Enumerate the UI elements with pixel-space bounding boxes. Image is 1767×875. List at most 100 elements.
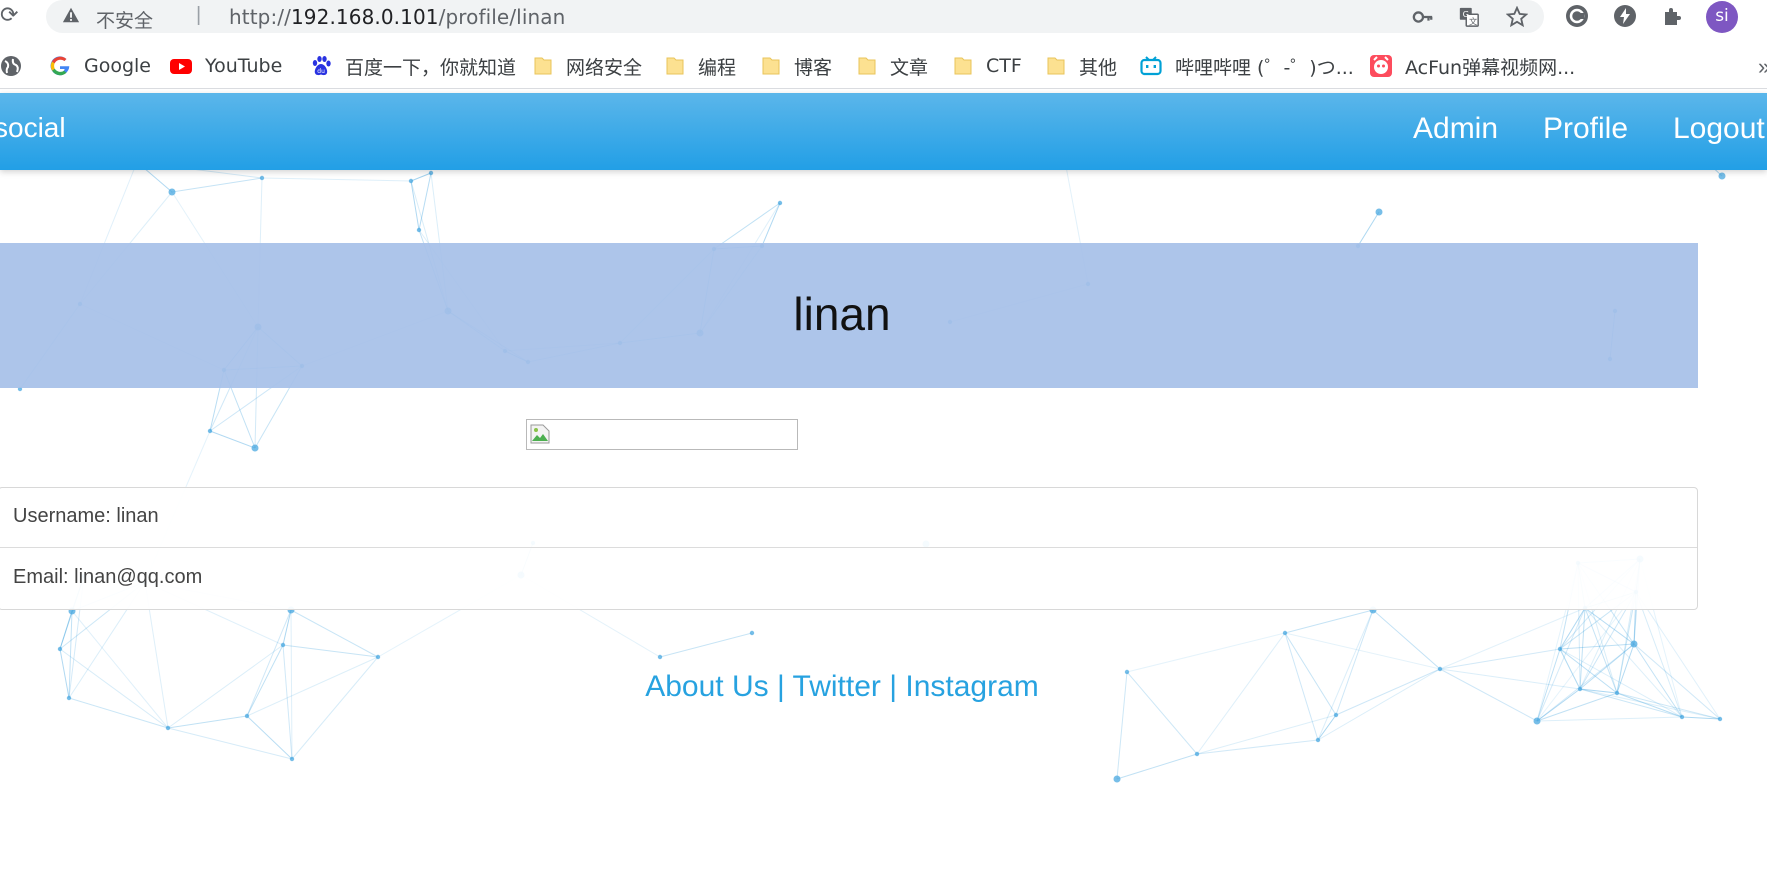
- nav-logout-link[interactable]: Logout: [1673, 112, 1765, 146]
- bookmark-folder-other[interactable]: 其他: [1047, 53, 1117, 79]
- page-viewport: social Admin Profile Logout linan Userna…: [0, 89, 1767, 875]
- network-line: [290, 609, 379, 658]
- network-node: [168, 188, 176, 196]
- bookmark-folder-ctf[interactable]: CTF: [954, 53, 1022, 79]
- network-node: [657, 654, 663, 660]
- svg-text:G: G: [1463, 9, 1469, 19]
- google-icon: [50, 56, 70, 76]
- instagram-link[interactable]: Instagram: [905, 670, 1038, 703]
- apps-globe-icon[interactable]: [0, 55, 22, 77]
- network-node: [289, 756, 295, 762]
- url-host: 192.168.0.101: [290, 5, 439, 29]
- network-line: [261, 177, 412, 182]
- url-path: /profile/linan: [438, 5, 566, 29]
- network-node: [428, 170, 434, 176]
- network-node: [749, 630, 755, 636]
- network-node: [1315, 737, 1321, 743]
- url-separator: |: [196, 4, 202, 26]
- bookmark-label: AcFun弹幕视频网...: [1405, 56, 1576, 79]
- twitter-link[interactable]: Twitter: [793, 670, 881, 703]
- bookmark-folder-security[interactable]: 网络安全: [534, 53, 642, 79]
- email-row: Email: linan@qq.com: [13, 566, 203, 588]
- profile-avatar[interactable]: si: [1706, 1, 1738, 33]
- warning-icon[interactable]: [62, 6, 80, 24]
- bookmark-label: CTF: [986, 55, 1022, 77]
- network-node: [777, 200, 783, 206]
- network-node: [1375, 208, 1383, 216]
- profile-banner: linan: [0, 243, 1698, 388]
- bookmark-label: 百度一下，你就知道: [345, 56, 517, 79]
- svg-text:du: du: [317, 68, 325, 75]
- extension-bolt-icon[interactable]: [1613, 4, 1637, 28]
- site-brand[interactable]: social: [0, 112, 66, 144]
- network-node: [1630, 640, 1638, 648]
- bookmarks-overflow-icon[interactable]: »: [1758, 54, 1767, 80]
- reload-icon[interactable]: ⟳: [0, 3, 18, 28]
- folder-icon: [762, 57, 780, 75]
- network-node: [1333, 712, 1339, 718]
- bookmark-label: Google: [84, 55, 152, 77]
- bookmark-bilibili[interactable]: 哔哩哔哩 (゜-゜)つ...: [1140, 53, 1354, 79]
- network-node: [1717, 716, 1723, 722]
- network-node: [1282, 630, 1288, 636]
- nav-profile-link[interactable]: Profile: [1543, 112, 1628, 146]
- network-line: [1559, 643, 1635, 650]
- network-line: [167, 715, 248, 729]
- bookmark-folder-programming[interactable]: 编程: [666, 53, 736, 79]
- network-line: [418, 172, 432, 231]
- network-line: [1372, 609, 1441, 670]
- network-line: [410, 172, 432, 182]
- about-us-link[interactable]: About Us: [645, 670, 768, 703]
- address-bar[interactable]: 不安全 | http://192.168.0.101/profile/linan…: [46, 0, 1544, 33]
- network-node: [1679, 714, 1685, 720]
- network-line: [1357, 211, 1380, 247]
- bookmark-google[interactable]: Google: [49, 53, 151, 79]
- nav-admin-link[interactable]: Admin: [1413, 112, 1498, 146]
- bookmark-acfun[interactable]: AcFun弹幕视频网...: [1370, 53, 1575, 79]
- footer-separator: |: [768, 670, 793, 703]
- network-line: [1196, 739, 1319, 755]
- network-line: [1116, 753, 1198, 780]
- bilibili-icon: [1140, 56, 1162, 76]
- browser-toolbar: ⟳ 不安全 | http://192.168.0.101/profile/lin…: [0, 0, 1767, 33]
- profile-name-heading: linan: [793, 288, 891, 340]
- network-line: [1196, 714, 1337, 755]
- extensions-puzzle-icon[interactable]: [1661, 4, 1685, 28]
- folder-icon: [858, 57, 876, 75]
- bookmark-label: 文章: [890, 56, 929, 79]
- network-node: [207, 428, 213, 434]
- info-divider: [0, 547, 1697, 548]
- network-background: [17, 126, 1726, 783]
- folder-icon: [534, 57, 552, 75]
- network-line: [246, 715, 293, 760]
- network-node: [416, 227, 422, 233]
- bookmark-youtube[interactable]: YouTube: [170, 53, 282, 79]
- username-row: Username: linan: [13, 505, 159, 527]
- bookmark-folder-articles[interactable]: 文章: [858, 53, 928, 79]
- footer-separator: |: [880, 670, 906, 703]
- profile-info-panel: Username: linan Email: linan@qq.com: [0, 487, 1698, 610]
- extension-c-icon[interactable]: [1565, 4, 1589, 28]
- url-text[interactable]: http://192.168.0.101/profile/linan: [229, 5, 565, 29]
- bookmark-label: 哔哩哔哩 (゜-゜)つ...: [1175, 56, 1354, 79]
- network-node: [1718, 172, 1726, 180]
- network-node: [280, 642, 286, 648]
- key-icon[interactable]: [1412, 6, 1434, 28]
- network-node: [375, 654, 381, 660]
- network-line: [1559, 607, 1586, 650]
- network-line: [1536, 716, 1683, 722]
- broken-image-icon: [530, 424, 550, 444]
- network-node: [1113, 775, 1121, 783]
- network-node: [1533, 717, 1541, 725]
- bookmark-baidu[interactable]: du 百度一下，你就知道: [310, 53, 516, 79]
- bookmark-label: 其他: [1079, 56, 1118, 79]
- translate-icon[interactable]: G 文: [1458, 6, 1480, 28]
- network-node: [259, 175, 265, 181]
- bookmark-folder-blog[interactable]: 博客: [762, 53, 832, 79]
- network-node: [244, 713, 250, 719]
- star-icon[interactable]: [1506, 6, 1528, 28]
- network-line: [209, 430, 256, 449]
- security-label: 不安全: [96, 10, 154, 32]
- network-line: [1284, 609, 1374, 634]
- network-node: [408, 178, 414, 184]
